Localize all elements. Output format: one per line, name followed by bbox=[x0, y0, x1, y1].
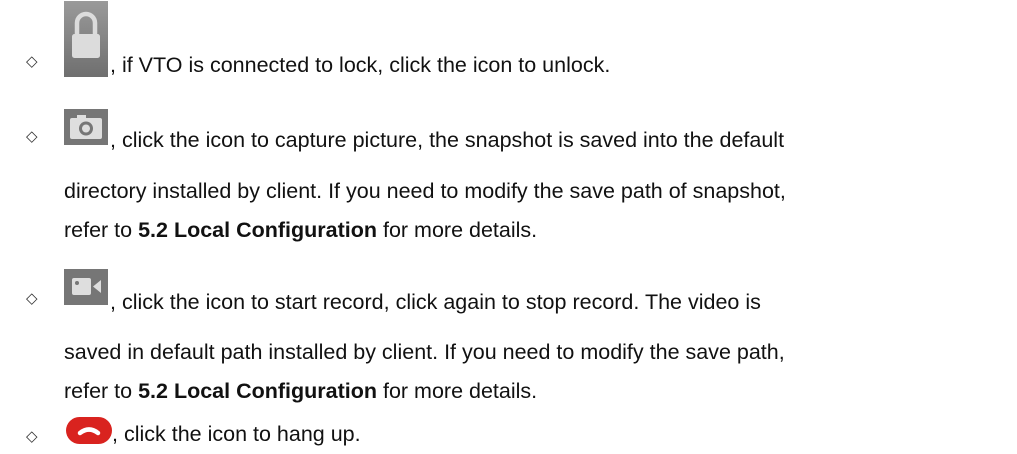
camera-icon bbox=[64, 109, 108, 145]
item-text: , click the icon to start record, click … bbox=[110, 290, 761, 314]
item-text-line2: saved in default path installed by clien… bbox=[64, 340, 785, 364]
config-reference: 5.2 Local Configuration bbox=[138, 379, 377, 403]
item-text-line3: refer to 5.2 Local Configuration for mor… bbox=[64, 376, 537, 406]
text-prefix: refer to bbox=[64, 379, 139, 403]
item-text-line3: refer to 5.2 Local Configuration for mor… bbox=[64, 215, 537, 245]
video-record-icon bbox=[64, 269, 108, 305]
bullet-icon: ◇ bbox=[26, 289, 38, 307]
item-text-line2: directory installed by client. If you ne… bbox=[64, 179, 786, 203]
text-prefix: refer to bbox=[64, 218, 139, 242]
lock-icon bbox=[64, 1, 108, 77]
item-text: , click the icon to capture picture, the… bbox=[110, 128, 785, 152]
bullet-icon: ◇ bbox=[26, 52, 38, 70]
bullet-icon: ◇ bbox=[26, 127, 38, 145]
item-text: , if VTO is connected to lock, click the… bbox=[110, 53, 611, 77]
item-text: , click the icon to hang up. bbox=[112, 422, 361, 446]
bullet-icon: ◇ bbox=[26, 427, 38, 445]
text-suffix: for more details. bbox=[377, 218, 538, 242]
config-reference: 5.2 Local Configuration bbox=[138, 218, 377, 242]
text-suffix: for more details. bbox=[377, 379, 538, 403]
hang-up-icon bbox=[66, 417, 112, 444]
